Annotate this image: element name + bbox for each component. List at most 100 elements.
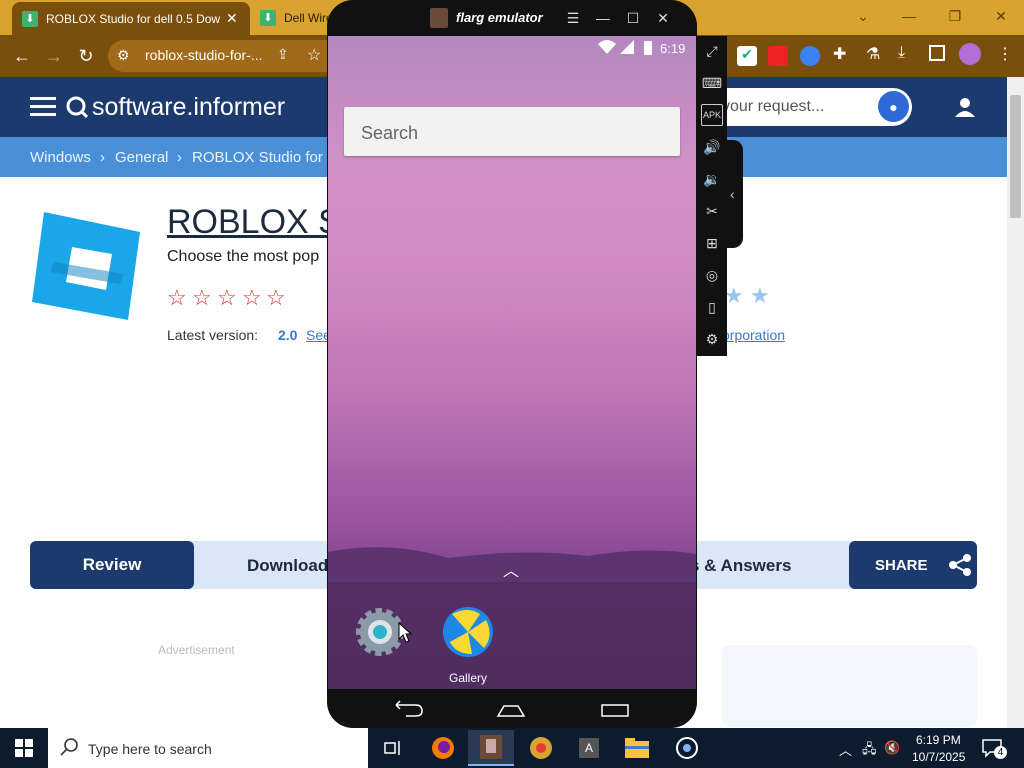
site-search-placeholder: your request... xyxy=(722,98,825,115)
android-search-placeholder: Search xyxy=(361,123,419,143)
share-button[interactable]: SHARE xyxy=(849,541,977,589)
downloads-icon[interactable]: ⤓ xyxy=(898,44,905,62)
file-explorer-icon[interactable] xyxy=(614,730,660,766)
side-panel-icon[interactable] xyxy=(929,45,945,61)
minimize-window-icon[interactable]: — xyxy=(886,0,932,32)
page-title[interactable]: ROBLOX St xyxy=(167,203,350,242)
search-icon xyxy=(60,738,78,756)
windows-start-icon[interactable] xyxy=(0,728,48,768)
download-favicon-icon: ⬇ xyxy=(260,9,276,26)
reload-icon[interactable]: ↻ xyxy=(74,44,98,68)
url-text[interactable]: roblox-studio-for-... xyxy=(145,47,262,63)
home-nav-icon[interactable] xyxy=(494,700,530,724)
forward-icon[interactable]: → xyxy=(42,44,66,68)
tab-label: Dell Wire xyxy=(284,10,333,25)
status-bar-time: 6:19 xyxy=(660,41,686,56)
scissors-icon[interactable]: ✂ xyxy=(701,200,723,222)
emulator-logo-icon xyxy=(430,8,448,28)
hamburger-menu-icon[interactable] xyxy=(30,96,56,118)
keyboard-icon[interactable]: ⌨ xyxy=(701,72,723,94)
gallery-app-icon[interactable] xyxy=(442,606,494,658)
microphone-icon[interactable]: ● xyxy=(878,91,909,122)
mouse-cursor-icon xyxy=(398,622,412,644)
emulator-minimize-icon[interactable]: — xyxy=(593,8,613,28)
wifi-icon xyxy=(598,40,616,54)
rating-star-icon[interactable]: ☆ xyxy=(167,285,187,311)
restore-window-icon[interactable]: ❐ xyxy=(932,0,978,32)
tab-answers[interactable]: s & Answers xyxy=(690,556,791,576)
app-subtitle: Choose the most pop xyxy=(167,248,320,265)
advertisement-box xyxy=(722,645,977,727)
network-icon[interactable]: 🖧 xyxy=(862,740,877,762)
back-icon[interactable]: ← xyxy=(10,44,34,68)
rating-star-icon[interactable]: ☆ xyxy=(217,285,237,311)
bookmark-star-icon[interactable]: ☆ xyxy=(307,45,321,65)
menu-kebab-icon[interactable]: ⋮ xyxy=(997,44,1013,64)
youtube-extension-icon[interactable] xyxy=(768,46,788,66)
emulator-maximize-icon[interactable]: ☐ xyxy=(623,8,643,28)
publisher-link[interactable]: orporation xyxy=(722,327,785,343)
apk-icon[interactable]: APK xyxy=(701,104,723,126)
notification-center-icon[interactable]: 4 xyxy=(982,738,1007,759)
browser-tab-active[interactable]: ⬇ ROBLOX Studio for dell 0.5 Dow ✕ xyxy=(12,2,250,35)
fullscreen-icon[interactable]: ⤢ xyxy=(701,40,723,62)
signal-icon xyxy=(620,40,634,54)
firefox-icon[interactable] xyxy=(420,730,466,766)
lab-flask-icon[interactable]: ⚗ xyxy=(866,44,880,64)
breadcrumb-windows[interactable]: Windows xyxy=(30,149,91,166)
taskbar-clock-time[interactable]: 6:19 PM xyxy=(916,733,961,747)
tray-chevron-up-icon[interactable]: ︿ xyxy=(839,740,852,759)
share-icon xyxy=(948,554,971,576)
emulator-close-icon[interactable]: ✕ xyxy=(653,8,673,28)
recents-nav-icon[interactable] xyxy=(598,700,634,724)
chrome-extension-icon[interactable] xyxy=(800,46,820,66)
task-view-icon[interactable] xyxy=(370,730,416,766)
notification-count-badge: 4 xyxy=(994,746,1007,759)
rating-star-icon: ★ xyxy=(750,283,770,308)
volume-up-icon[interactable]: 🔊 xyxy=(701,136,723,158)
latest-version-value: 2.0 xyxy=(278,327,298,343)
user-account-icon[interactable] xyxy=(955,97,975,117)
tab-review[interactable]: Review xyxy=(30,541,194,589)
roblox-studio-logo xyxy=(32,212,142,322)
settings-icon[interactable]: ⚙ xyxy=(701,328,723,350)
font-app-icon[interactable]: A xyxy=(566,730,612,766)
rating-star-icon[interactable]: ☆ xyxy=(266,285,286,311)
close-window-icon[interactable]: ✕ xyxy=(978,0,1024,32)
app-drawer-up-icon[interactable]: ︿ xyxy=(503,557,519,581)
tab-download[interactable]: Download xyxy=(247,556,328,576)
emulator-title: flarg emulator xyxy=(456,10,543,25)
checkmark-extension-icon[interactable]: ✔ xyxy=(737,46,757,66)
download-favicon-icon: ⬇ xyxy=(22,10,38,27)
close-tab-icon[interactable]: ✕ xyxy=(226,10,238,27)
extensions-puzzle-icon[interactable]: ✚ xyxy=(833,44,846,64)
shake-icon[interactable]: ▯ xyxy=(701,296,723,318)
flarg-emulator-taskbar-icon[interactable] xyxy=(468,730,514,766)
breadcrumb-current: ROBLOX Studio for d xyxy=(192,149,336,166)
capture-app-icon[interactable] xyxy=(664,730,710,766)
share-page-icon[interactable]: ⇪ xyxy=(277,46,289,63)
add-screen-icon[interactable]: ⊞ xyxy=(701,232,723,254)
breadcrumb-general[interactable]: General xyxy=(115,149,168,166)
tab-label: ROBLOX Studio for dell 0.5 Dow xyxy=(46,11,220,26)
rating-star-icon[interactable]: ☆ xyxy=(192,285,212,311)
volume-muted-icon[interactable]: 🔇 xyxy=(884,740,900,756)
battery-icon xyxy=(644,41,652,55)
chevron-left-icon: ‹ xyxy=(730,186,735,202)
back-nav-icon[interactable] xyxy=(392,700,428,724)
tab-search-icon[interactable]: ⌄ xyxy=(840,0,886,32)
volume-down-icon[interactable]: 🔉 xyxy=(701,168,723,190)
side-toolbar-collapse-handle[interactable]: ‹ xyxy=(727,140,743,248)
breadcrumb-separator: › xyxy=(177,149,182,166)
emulator-menu-icon[interactable]: ☰ xyxy=(563,8,583,28)
site-logo[interactable]: software.informer xyxy=(92,93,285,122)
taskbar-clock-date[interactable]: 10/7/2025 xyxy=(912,750,965,764)
location-icon[interactable]: ◎ xyxy=(701,264,723,286)
site-info-icon[interactable]: ⚙ xyxy=(117,47,130,64)
profile-avatar-icon[interactable] xyxy=(959,43,981,65)
page-scrollbar-thumb[interactable] xyxy=(1010,95,1021,218)
chrome-taskbar-icon[interactable] xyxy=(518,730,564,766)
site-logo-icon xyxy=(66,96,88,118)
rating-star-icon[interactable]: ☆ xyxy=(242,285,262,311)
latest-version-label: Latest version: xyxy=(167,327,259,343)
